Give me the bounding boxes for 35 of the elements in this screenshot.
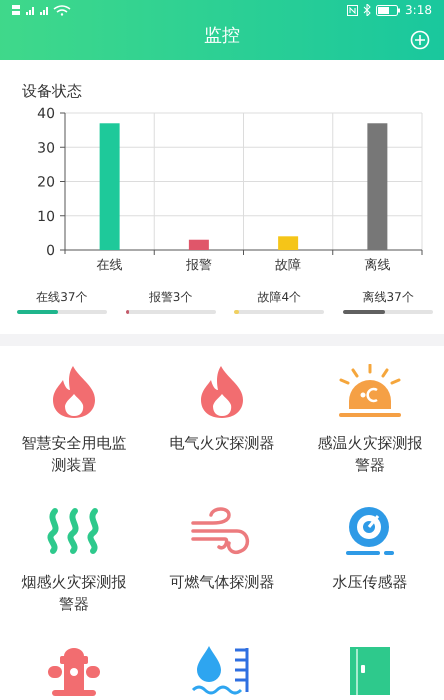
device-tile[interactable]: 电气火灾探测器 <box>148 364 296 484</box>
device-label: 可燃气体探测器 <box>168 572 276 594</box>
y-tick-label: 0 <box>46 243 55 259</box>
device-tile[interactable]: 智慧安全用电监测装置 <box>0 364 148 484</box>
status-time: 3:18 <box>405 3 432 17</box>
x-tick-label: 报警 <box>186 258 212 273</box>
y-tick-label: 30 <box>37 140 55 156</box>
y-tick-label: 20 <box>37 174 55 190</box>
device-tile[interactable]: 烟感火灾探测报警器 <box>0 503 148 624</box>
device-label: 烟感火灾探测报警器 <box>20 572 128 616</box>
y-tick-label: 40 <box>37 106 55 122</box>
y-tick-label: 10 <box>37 208 55 225</box>
status-count: 故障4个 <box>258 289 302 306</box>
chart-bar <box>278 236 298 250</box>
bluetooth-icon <box>363 4 372 16</box>
alarm-light-icon <box>337 364 403 420</box>
x-tick-label: 故障 <box>275 258 302 273</box>
add-icon[interactable] <box>410 30 430 50</box>
section-title: 设备状态 <box>21 82 83 101</box>
device-label: 智慧安全用电监测装置 <box>20 433 128 476</box>
device-label: 电气火灾探测器 <box>168 433 276 454</box>
device-tile[interactable]: 水压传感器 <box>296 503 444 624</box>
device-tile[interactable]: 可燃气体探测器 <box>148 503 296 624</box>
device-label: 水压传感器 <box>332 572 408 594</box>
status-count: 离线37个 <box>362 289 414 306</box>
nfc-icon <box>347 4 358 16</box>
x-tick-label: 离线 <box>364 258 390 273</box>
device-label: 感温火灾探测报警器 <box>316 433 424 476</box>
battery-icon <box>376 4 400 16</box>
status-count: 在线37个 <box>36 289 88 306</box>
x-tick-label: 在线 <box>96 258 123 273</box>
status-count: 报警3个 <box>148 289 192 306</box>
chart-bar <box>188 240 209 250</box>
device-tile[interactable]: 感温火灾探测报警器 <box>296 364 444 484</box>
page-title: 监控 <box>204 24 240 47</box>
